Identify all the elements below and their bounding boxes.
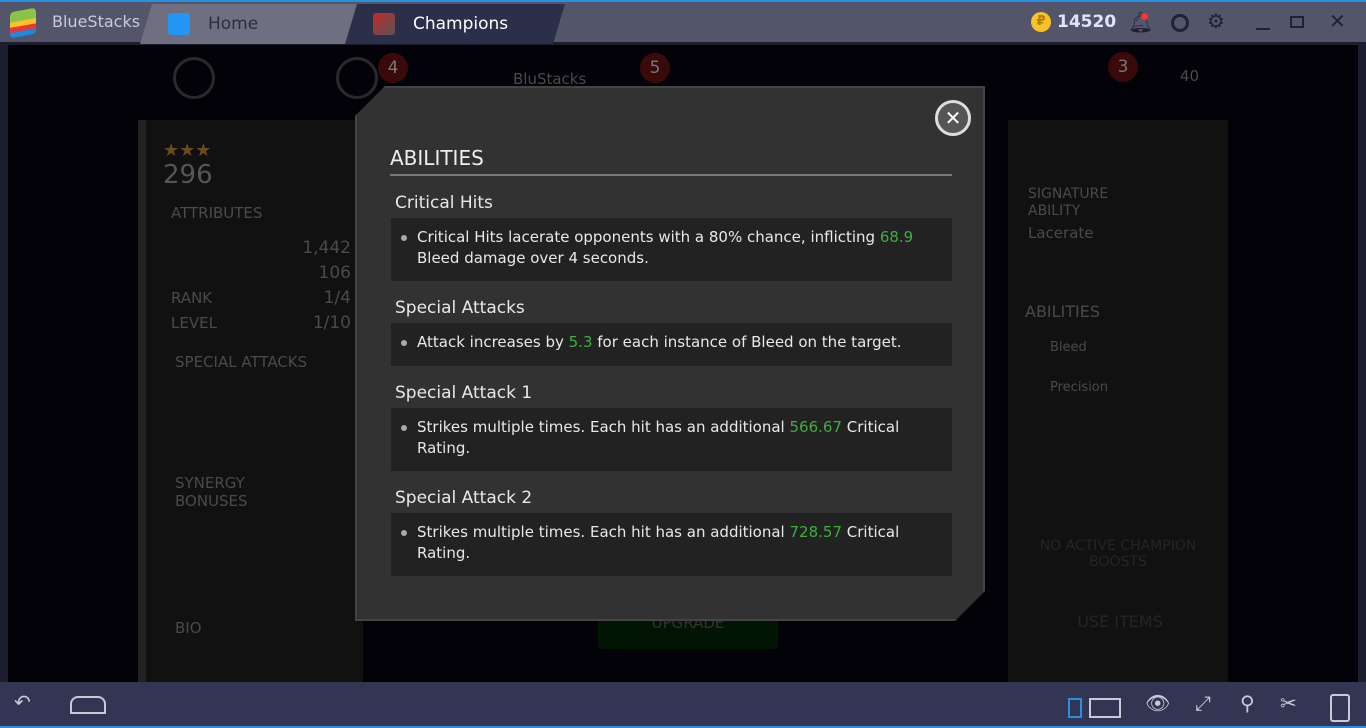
highlight-value: 566.67 bbox=[789, 418, 842, 436]
abilities-title: ABILITIES bbox=[1025, 302, 1101, 321]
fullscreen-icon[interactable]: ⤢ bbox=[1195, 691, 1211, 715]
rank-label: RANK bbox=[171, 289, 213, 307]
badge: 4 bbox=[378, 53, 408, 83]
coin-count[interactable]: 14520 bbox=[1057, 12, 1116, 32]
section-heading: Special Attack 1 bbox=[395, 383, 533, 403]
home-icon bbox=[168, 13, 190, 35]
bluestacks-logo-icon bbox=[10, 7, 36, 39]
section-heading: Critical Hits bbox=[395, 193, 493, 213]
title-divider bbox=[390, 174, 952, 176]
desc-text: Critical Hits lacerate opponents with a … bbox=[417, 228, 880, 246]
ability-description: Strikes multiple times. Each hit has an … bbox=[391, 408, 952, 471]
restore-icon[interactable] bbox=[1290, 16, 1304, 28]
synergy-title: SYNERGY BONUSES bbox=[175, 474, 248, 510]
scissors-icon[interactable]: ✂ bbox=[1280, 691, 1297, 715]
menu-button[interactable] bbox=[336, 57, 378, 99]
ability-description: Attack increases by 5.3 for each instanc… bbox=[391, 323, 952, 366]
attributes-title: ATTRIBUTES bbox=[171, 204, 263, 222]
close-icon[interactable]: ✕ bbox=[1329, 9, 1346, 33]
eye-icon[interactable]: 👁︎ bbox=[1145, 691, 1170, 715]
desc-text: Strikes multiple times. Each hit has an … bbox=[417, 418, 790, 436]
upgrade-button[interactable]: UPGRADE bbox=[598, 619, 778, 649]
stars: ★★★ bbox=[163, 140, 212, 161]
badge: 5 bbox=[640, 53, 670, 83]
ability-bleed[interactable]: Bleed bbox=[1050, 340, 1087, 355]
section-heading: Special Attacks bbox=[395, 298, 525, 318]
bio-title: BIO bbox=[175, 619, 202, 637]
tab-home[interactable]: Home bbox=[140, 4, 365, 44]
keyboard-icon[interactable] bbox=[1089, 698, 1121, 718]
ability-description: Strikes multiple times. Each hit has an … bbox=[391, 513, 952, 576]
minimize-icon[interactable] bbox=[1256, 28, 1270, 30]
level-label: LEVEL bbox=[171, 314, 217, 332]
right-panel: SIGNATURE ABILITY Lacerate ABILITIES Ble… bbox=[1008, 120, 1228, 682]
level-value: 1/10 bbox=[312, 313, 351, 333]
keyboard-toggle-icon[interactable] bbox=[1068, 698, 1082, 718]
app-name: BlueStacks bbox=[52, 12, 141, 31]
notification-dot bbox=[1141, 13, 1148, 20]
desc-text: Bleed damage over 4 seconds. bbox=[417, 249, 649, 267]
game-icon bbox=[373, 13, 395, 35]
ability-precision[interactable]: Precision bbox=[1050, 380, 1108, 395]
tab-label: Champions bbox=[413, 14, 509, 34]
desc-text: Strikes multiple times. Each hit has an … bbox=[417, 523, 790, 541]
signature-title: SIGNATURE ABILITY bbox=[1028, 186, 1109, 219]
abilities-modal: ✕ ABILITIES Critical Hits Critical Hits … bbox=[355, 86, 985, 621]
tab-label: Home bbox=[208, 14, 259, 34]
attack-value: 106 bbox=[318, 263, 351, 283]
ability-description: Critical Hits lacerate opponents with a … bbox=[391, 218, 952, 281]
signature-name: Lacerate bbox=[1028, 224, 1094, 242]
gear-icon[interactable]: ⚙ bbox=[1207, 9, 1225, 33]
rotate-device-icon[interactable] bbox=[1330, 694, 1350, 722]
player-name: BluStacks bbox=[513, 70, 587, 88]
highlight-value: 68.9 bbox=[879, 228, 914, 246]
desc-text: Attack increases by bbox=[417, 333, 569, 351]
coin-icon[interactable]: ₽ bbox=[1031, 12, 1051, 32]
modal-title: ABILITIES bbox=[390, 146, 484, 170]
health-value: 1,442 bbox=[302, 238, 351, 258]
left-panel: ★★★ 296 ATTRIBUTES 1,442 106 RANK 1/4 LE… bbox=[138, 120, 363, 682]
item-count: 40 bbox=[1180, 67, 1200, 85]
close-button[interactable]: ✕ bbox=[935, 100, 971, 136]
title-bar: BlueStacks Home Champions ₽ 14520 🔔︎ ⚙ ✕ bbox=[0, 0, 1366, 42]
highlight-value: 728.57 bbox=[789, 523, 842, 541]
back-icon[interactable]: ↶ bbox=[14, 690, 31, 714]
home-icon[interactable] bbox=[70, 696, 106, 714]
account-icon[interactable] bbox=[1171, 14, 1189, 32]
section-heading: Special Attack 2 bbox=[395, 488, 533, 508]
bottom-bar: ↶ 👁︎ ⤢ ⚲ ✂ bbox=[0, 682, 1366, 728]
use-items-button[interactable]: USE ITEMS bbox=[1025, 612, 1215, 631]
no-boosts-text: NO ACTIVE CHAMPION BOOSTS bbox=[1039, 538, 1197, 570]
location-icon[interactable]: ⚲ bbox=[1240, 691, 1255, 715]
highlight-value: 5.3 bbox=[568, 333, 593, 351]
tab-champions[interactable]: Champions bbox=[345, 4, 565, 44]
desc-text: for each instance of Bleed on the target… bbox=[592, 333, 902, 351]
special-attacks-title: SPECIAL ATTACKS bbox=[175, 353, 308, 371]
champion-rating: 296 bbox=[163, 160, 213, 190]
back-button[interactable] bbox=[173, 57, 215, 99]
badge: 3 bbox=[1108, 52, 1138, 82]
rank-value: 1/4 bbox=[323, 288, 351, 308]
